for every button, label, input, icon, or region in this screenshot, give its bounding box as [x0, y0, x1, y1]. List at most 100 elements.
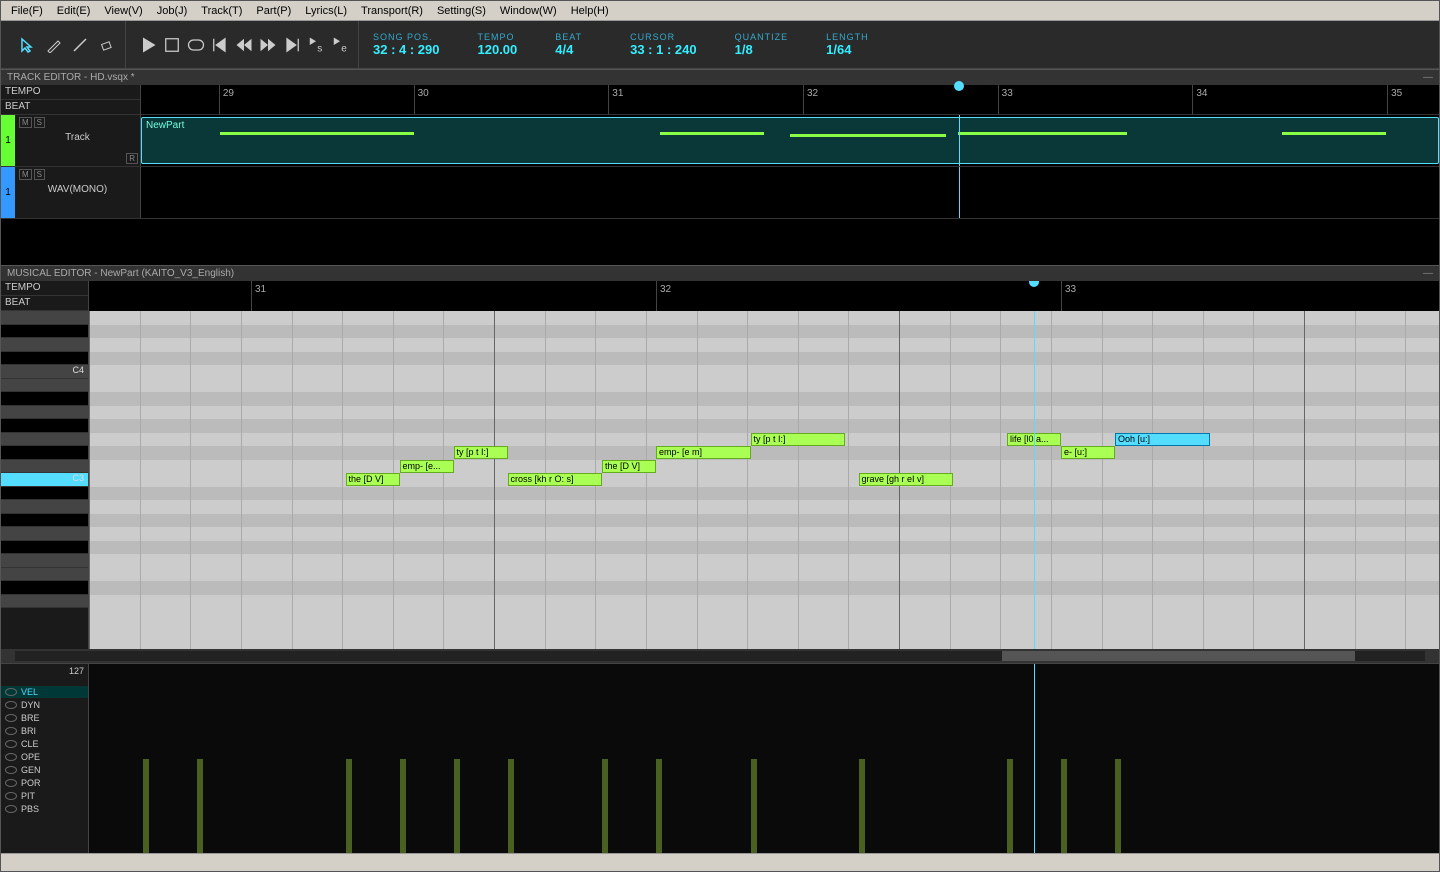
menu-file[interactable]: File(F): [5, 3, 49, 19]
piano-key[interactable]: [1, 514, 88, 528]
velocity-param-bre[interactable]: BRE: [1, 712, 88, 724]
forward-end-button[interactable]: [282, 35, 302, 55]
piano-key[interactable]: [1, 406, 88, 420]
eye-icon[interactable]: [5, 727, 17, 735]
menu-part[interactable]: Part(P): [250, 3, 297, 19]
velocity-param-ope[interactable]: OPE: [1, 751, 88, 763]
note[interactable]: ty [p t I:]: [751, 433, 846, 446]
eye-icon[interactable]: [5, 792, 17, 800]
piano-key[interactable]: [1, 595, 88, 609]
piano-key[interactable]: [1, 500, 88, 514]
playhead-indicator[interactable]: [954, 81, 964, 91]
piano-key[interactable]: [1, 568, 88, 582]
track-name[interactable]: Track: [19, 132, 136, 143]
menu-help[interactable]: Help(H): [565, 3, 615, 19]
velocity-bar[interactable]: [508, 759, 514, 854]
marker-end-button[interactable]: e: [330, 35, 350, 55]
track-lane[interactable]: [141, 167, 1439, 219]
piano-key[interactable]: [1, 460, 88, 474]
velocity-bar[interactable]: [454, 759, 460, 854]
track-name[interactable]: WAV(MONO): [19, 184, 136, 195]
rewind-button[interactable]: [234, 35, 254, 55]
velocity-param-cle[interactable]: CLE: [1, 738, 88, 750]
pencil-tool[interactable]: [43, 34, 65, 56]
track-s-button[interactable]: S: [34, 169, 45, 180]
note[interactable]: e- [u:]: [1061, 446, 1115, 459]
eraser-tool[interactable]: [95, 34, 117, 56]
track-m-button[interactable]: M: [19, 117, 32, 128]
track-m-button[interactable]: M: [19, 169, 32, 180]
piano-key[interactable]: [1, 379, 88, 393]
velocity-bar[interactable]: [400, 759, 406, 854]
playhead-indicator[interactable]: [1029, 281, 1039, 287]
note[interactable]: grave [gh r eI v]: [859, 473, 954, 486]
quantize-value[interactable]: 1/8: [735, 42, 753, 57]
piano-key[interactable]: [1, 433, 88, 447]
note[interactable]: ty [p t I:]: [454, 446, 508, 459]
eye-icon[interactable]: [5, 688, 17, 696]
eye-icon[interactable]: [5, 714, 17, 722]
eye-icon[interactable]: [5, 701, 17, 709]
horizontal-scrollbar[interactable]: [1, 649, 1439, 663]
piano-key[interactable]: [1, 554, 88, 568]
menu-edit[interactable]: Edit(E): [51, 3, 97, 19]
velocity-bar[interactable]: [1061, 759, 1067, 854]
note[interactable]: emp- [e...: [400, 460, 454, 473]
track-record-button[interactable]: R: [126, 153, 138, 164]
piano-key[interactable]: [1, 581, 88, 595]
piano-keyboard[interactable]: C4 C3: [1, 311, 89, 649]
musical-ruler[interactable]: 31323334: [89, 281, 1439, 311]
app-horizontal-scrollbar[interactable]: [1, 853, 1439, 871]
velocity-param-pit[interactable]: PIT: [1, 790, 88, 802]
velocity-bar[interactable]: [602, 759, 608, 854]
track-lane[interactable]: NewPart: [141, 115, 1439, 167]
velocity-param-vel[interactable]: VEL: [1, 686, 88, 698]
eye-icon[interactable]: [5, 753, 17, 761]
eye-icon[interactable]: [5, 740, 17, 748]
note[interactable]: cross [kh r O: s]: [508, 473, 603, 486]
menu-lyrics[interactable]: Lyrics(L): [299, 3, 353, 19]
piano-key[interactable]: C3: [1, 473, 88, 487]
part-block[interactable]: NewPart: [141, 117, 1439, 164]
line-tool[interactable]: [69, 34, 91, 56]
velocity-param-pbs[interactable]: PBS: [1, 803, 88, 815]
length-value[interactable]: 1/64: [826, 42, 851, 57]
eye-icon[interactable]: [5, 766, 17, 774]
menu-job[interactable]: Job(J): [151, 3, 194, 19]
velocity-lane[interactable]: [89, 664, 1439, 853]
eye-icon[interactable]: [5, 805, 17, 813]
piano-key[interactable]: [1, 446, 88, 460]
velocity-bar[interactable]: [1007, 759, 1013, 854]
piano-key[interactable]: C4: [1, 365, 88, 379]
minimize-icon[interactable]: —: [1423, 72, 1433, 83]
forward-button[interactable]: [258, 35, 278, 55]
piano-key[interactable]: [1, 352, 88, 366]
note[interactable]: Ooh [u:]: [1115, 433, 1210, 446]
piano-key[interactable]: [1, 325, 88, 339]
piano-key[interactable]: [1, 338, 88, 352]
velocity-bar[interactable]: [1115, 759, 1121, 854]
track-number[interactable]: 1: [1, 167, 15, 218]
eye-icon[interactable]: [5, 779, 17, 787]
piano-key[interactable]: [1, 487, 88, 501]
menu-setting[interactable]: Setting(S): [431, 3, 492, 19]
play-button[interactable]: [138, 35, 158, 55]
menu-track[interactable]: Track(T): [195, 3, 248, 19]
piano-key[interactable]: [1, 311, 88, 325]
menu-transport[interactable]: Transport(R): [355, 3, 429, 19]
marker-start-button[interactable]: s: [306, 35, 326, 55]
minimize-icon[interactable]: —: [1423, 268, 1433, 279]
velocity-bar[interactable]: [346, 759, 352, 854]
piano-key[interactable]: [1, 527, 88, 541]
velocity-bar[interactable]: [656, 759, 662, 854]
menu-window[interactable]: Window(W): [494, 3, 563, 19]
piano-key[interactable]: [1, 541, 88, 555]
velocity-bar[interactable]: [143, 759, 149, 854]
velocity-bar[interactable]: [751, 759, 757, 854]
velocity-bar[interactable]: [859, 759, 865, 854]
track-number[interactable]: 1: [1, 115, 15, 166]
velocity-param-por[interactable]: POR: [1, 777, 88, 789]
velocity-param-bri[interactable]: BRI: [1, 725, 88, 737]
velocity-param-gen[interactable]: GEN: [1, 764, 88, 776]
piano-key[interactable]: [1, 419, 88, 433]
